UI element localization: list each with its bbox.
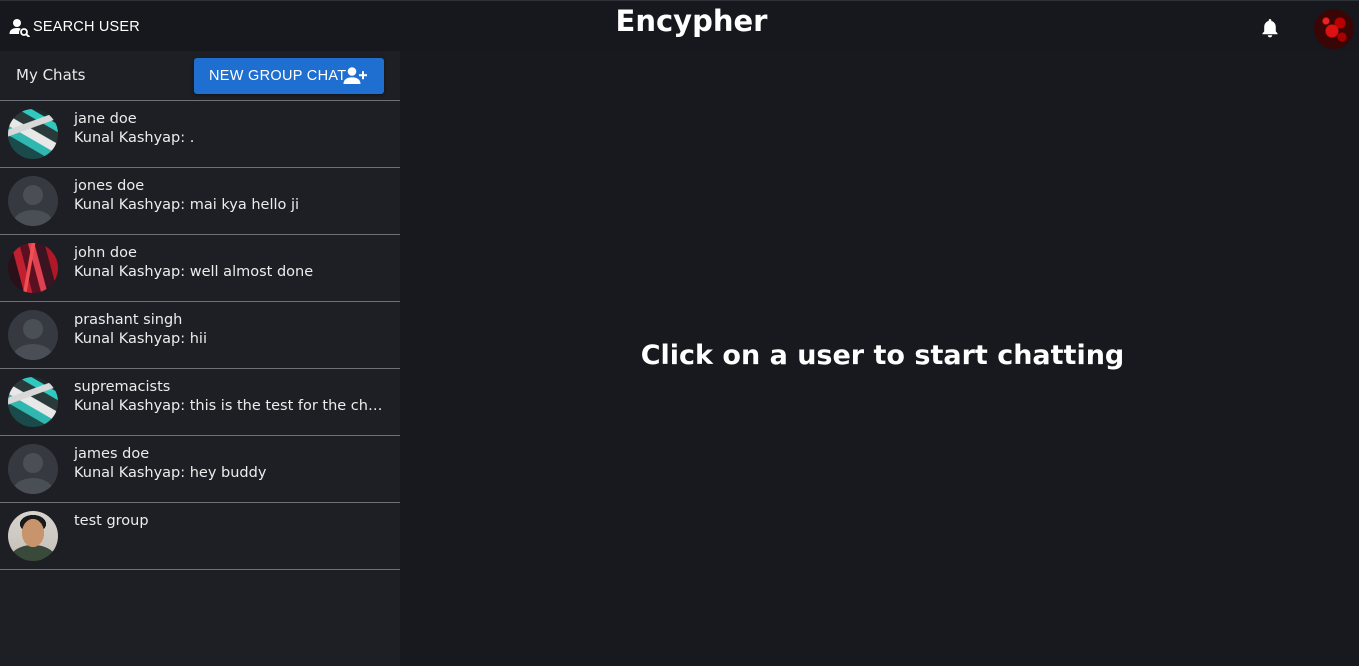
chat-last-message: Kunal Kashyap: well almost done	[74, 264, 314, 280]
chat-list-item[interactable]: supremacists Kunal Kashyap: this is the …	[0, 369, 400, 436]
chat-list-item[interactable]: test group	[0, 503, 400, 570]
chat-name: jane doe	[74, 111, 137, 127]
new-group-chat-label: NEW GROUP CHAT	[209, 68, 347, 84]
chat-avatar	[8, 511, 58, 561]
sidebar-header: My Chats NEW GROUP CHAT	[0, 51, 400, 101]
my-chats-title: My Chats	[16, 66, 86, 84]
default-avatar-icon	[8, 310, 58, 360]
chat-list: jane doe Kunal Kashyap: . jones doe Kuna…	[0, 101, 400, 570]
chat-name: supremacists	[74, 379, 171, 395]
chat-name: james doe	[74, 446, 150, 462]
chat-last-message: Kunal Kashyap: mai kya hello ji	[74, 197, 300, 213]
chat-name: jones doe	[74, 178, 145, 194]
chat-name: test group	[74, 513, 149, 529]
app-title: Encypher	[615, 4, 768, 38]
chat-last-message: Kunal Kashyap: .	[74, 130, 195, 146]
bell-icon[interactable]	[1259, 17, 1281, 39]
chat-name: john doe	[74, 245, 137, 261]
top-bar: SEARCH USER Encypher	[0, 0, 1359, 51]
chat-list-item[interactable]: john doe Kunal Kashyap: well almost done	[0, 235, 400, 302]
chat-last-message: Kunal Kashyap: hey buddy	[74, 465, 267, 481]
chat-last-message: Kunal Kashyap: hii	[74, 331, 207, 347]
chat-list-item[interactable]: prashant singh Kunal Kashyap: hii	[0, 302, 400, 369]
chat-list-item[interactable]: jones doe Kunal Kashyap: mai kya hello j…	[0, 168, 400, 235]
user-avatar[interactable]	[1314, 9, 1354, 49]
chat-avatar	[8, 377, 58, 427]
empty-chat-placeholder: Click on a user to start chatting	[640, 340, 1125, 371]
chat-sidebar: My Chats NEW GROUP CHAT jane doe Kunal K…	[0, 51, 400, 666]
chat-avatar	[8, 109, 58, 159]
new-group-chat-button[interactable]: NEW GROUP CHAT	[194, 58, 384, 94]
chat-last-message: Kunal Kashyap: this is the test for the …	[74, 398, 388, 414]
chat-list-item[interactable]: james doe Kunal Kashyap: hey buddy	[0, 436, 400, 503]
chat-avatar	[8, 243, 58, 293]
chat-list-item[interactable]: jane doe Kunal Kashyap: .	[0, 101, 400, 168]
default-avatar-icon	[8, 444, 58, 494]
default-avatar-icon	[8, 176, 58, 226]
chat-name: prashant singh	[74, 312, 183, 328]
